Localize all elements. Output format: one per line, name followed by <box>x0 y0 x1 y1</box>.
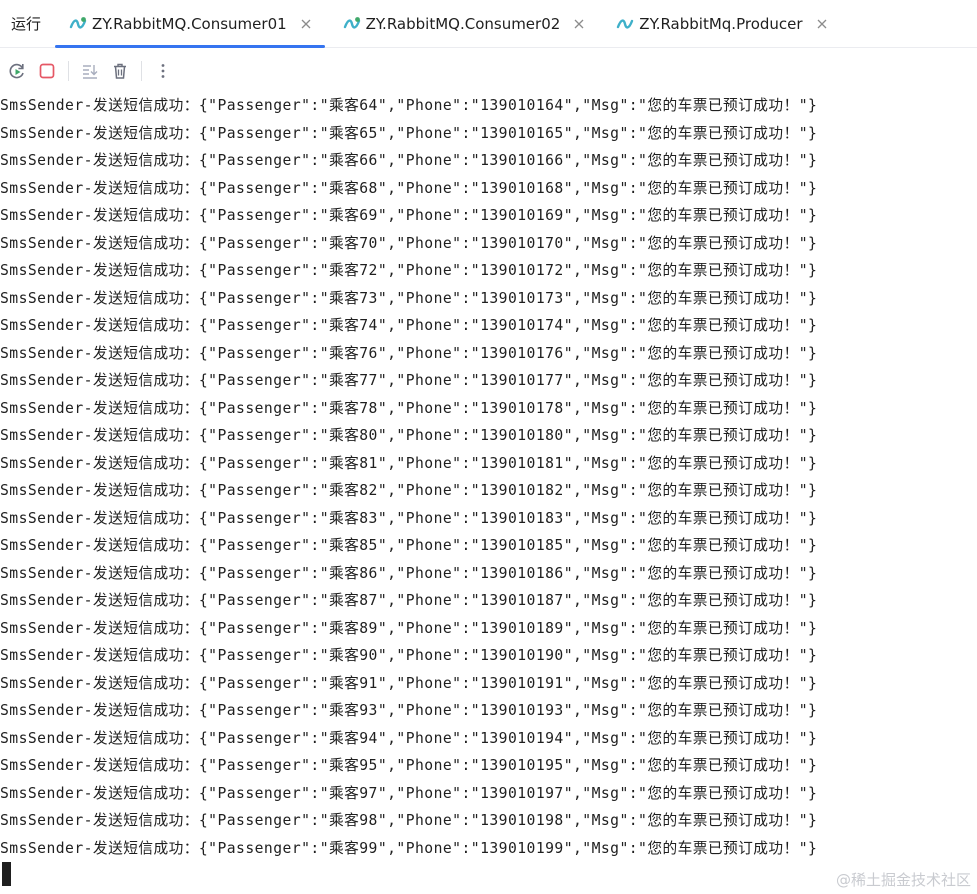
console-line: SmsSender-发送短信成功：{"Passenger":"乘客65","Ph… <box>0 124 818 142</box>
toolbar-divider <box>141 61 142 81</box>
tab-label: ZY.RabbitMQ.Consumer02 <box>365 14 561 33</box>
run-tool-window-header: 运行 ZY.RabbitMQ.Consumer01 ZY.RabbitMQ.Co… <box>0 0 977 48</box>
console-line: SmsSender-发送短信成功：{"Passenger":"乘客81","Ph… <box>0 454 818 472</box>
console-line: SmsSender-发送短信成功：{"Passenger":"乘客94","Ph… <box>0 729 818 747</box>
clear-all-button[interactable] <box>107 58 133 84</box>
tool-window-title: 运行 <box>11 15 42 33</box>
console-line: SmsSender-发送短信成功：{"Passenger":"乘客91","Ph… <box>0 674 818 692</box>
toolbar-divider <box>68 61 69 81</box>
trash-icon <box>114 63 126 79</box>
console-line: SmsSender-发送短信成功：{"Passenger":"乘客66","Ph… <box>0 152 818 169</box>
console-line: SmsSender-发送短信成功：{"Passenger":"乘客74","Ph… <box>0 317 818 334</box>
console-caret <box>2 862 11 886</box>
scroll-to-end-button[interactable] <box>77 58 103 84</box>
more-options-button[interactable] <box>150 58 176 84</box>
console-line: SmsSender-发送短信成功：{"Passenger":"乘客69","Ph… <box>0 207 818 224</box>
console-line: SmsSender-发送短信成功：{"Passenger":"乘客93","Ph… <box>0 702 818 719</box>
console-line: SmsSender-发送短信成功：{"Passenger":"乘客83","Ph… <box>0 509 818 527</box>
close-icon[interactable] <box>299 17 313 31</box>
console-line: SmsSender-发送短信成功：{"Passenger":"乘客78","Ph… <box>0 399 818 417</box>
console-line: SmsSender-发送短信成功：{"Passenger":"乘客64","Ph… <box>0 97 818 114</box>
console-line: SmsSender-发送短信成功：{"Passenger":"乘客87","Ph… <box>0 592 818 609</box>
console-line: SmsSender-发送短信成功：{"Passenger":"乘客77","Ph… <box>0 372 818 389</box>
console-line: SmsSender-发送短信成功：{"Passenger":"乘客80","Ph… <box>0 427 818 444</box>
more-vertical-icon <box>161 64 165 78</box>
run-config-icon <box>616 15 634 33</box>
console-line: SmsSender-发送短信成功：{"Passenger":"乘客98","Ph… <box>0 812 818 829</box>
console-line: SmsSender-发送短信成功：{"Passenger":"乘客95","Ph… <box>0 757 818 774</box>
console-line: SmsSender-发送短信成功：{"Passenger":"乘客97","Ph… <box>0 784 818 802</box>
console-line: SmsSender-发送短信成功：{"Passenger":"乘客89","Ph… <box>0 619 818 637</box>
tab-consumer01[interactable]: ZY.RabbitMQ.Consumer01 <box>53 0 327 48</box>
tab-producer[interactable]: ZY.RabbitMq.Producer <box>600 0 842 47</box>
run-toolbar <box>0 54 977 88</box>
console-line: SmsSender-发送短信成功：{"Passenger":"乘客82","Ph… <box>0 482 818 499</box>
close-icon[interactable] <box>815 17 829 31</box>
console-line: SmsSender-发送短信成功：{"Passenger":"乘客70","Ph… <box>0 234 818 252</box>
watermark-text: @稀土掘金技术社区 <box>835 871 971 889</box>
tab-consumer02[interactable]: ZY.RabbitMQ.Consumer02 <box>327 0 601 47</box>
console-line: SmsSender-发送短信成功：{"Passenger":"乘客73","Ph… <box>0 289 818 307</box>
rerun-icon <box>9 63 24 79</box>
console-line: SmsSender-发送短信成功：{"Passenger":"乘客86","Ph… <box>0 564 818 582</box>
console-line: SmsSender-发送短信成功：{"Passenger":"乘客68","Ph… <box>0 179 818 197</box>
stop-icon <box>39 63 55 79</box>
console-line: SmsSender-发送短信成功：{"Passenger":"乘客72","Ph… <box>0 262 818 279</box>
run-config-icon <box>343 15 361 33</box>
console-output[interactable]: SmsSender-发送短信成功：{"Passenger":"乘客64","Ph… <box>0 92 977 862</box>
console-line: SmsSender-发送短信成功：{"Passenger":"乘客76","Ph… <box>0 344 818 362</box>
scroll-to-end-icon <box>83 65 98 79</box>
console-line: SmsSender-发送短信成功：{"Passenger":"乘客90","Ph… <box>0 647 818 664</box>
stop-button[interactable] <box>34 58 60 84</box>
tab-label: ZY.RabbitMQ.Consumer01 <box>92 14 287 33</box>
close-icon[interactable] <box>572 17 586 31</box>
console-line: SmsSender-发送短信成功：{"Passenger":"乘客99","Ph… <box>0 839 818 857</box>
rerun-button[interactable] <box>4 58 30 84</box>
console-line: SmsSender-发送短信成功：{"Passenger":"乘客85","Ph… <box>0 537 818 554</box>
tab-label: ZY.RabbitMq.Producer <box>639 14 803 33</box>
run-config-icon <box>69 15 87 33</box>
